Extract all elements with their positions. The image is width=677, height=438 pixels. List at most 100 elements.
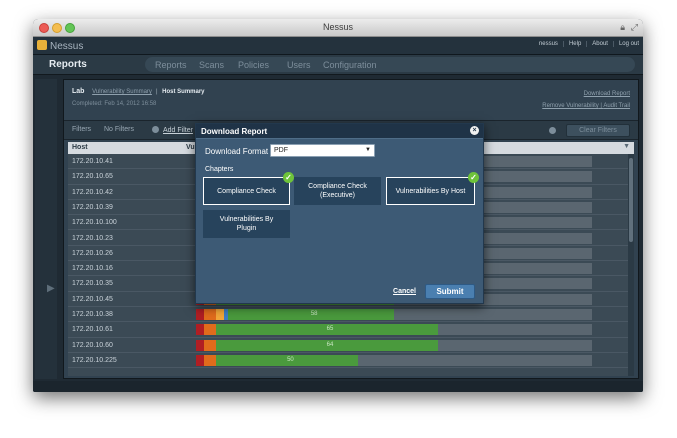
nessus-logo-icon xyxy=(37,40,47,50)
scrollbar-thumb[interactable] xyxy=(629,158,633,242)
nav-tab-policies[interactable]: Policies xyxy=(238,60,269,70)
breadcrumb-host-summary: Host Summary xyxy=(162,89,205,95)
add-icon xyxy=(152,126,159,133)
user-link-account[interactable]: nessus xyxy=(534,41,558,47)
app-header: Nessus nessus Help About Log out xyxy=(33,37,643,55)
severity-bar[interactable]: 65 xyxy=(196,324,592,336)
expand-panel-icon[interactable]: ▶ xyxy=(47,283,55,294)
severity-segment-high xyxy=(203,324,216,336)
submit-button[interactable]: Submit xyxy=(425,284,475,299)
chapter-label: Compliance Check (Executive) xyxy=(308,183,367,199)
close-icon[interactable]: × xyxy=(470,126,479,135)
user-link-logout[interactable]: Log out xyxy=(612,41,639,47)
checkmark-icon: ✓ xyxy=(468,172,479,183)
nav-tabs: Reports Scans Policies Users Configurati… xyxy=(145,57,635,72)
logo-text: Nessus xyxy=(50,41,84,52)
vulnerability-count: 65 xyxy=(326,326,334,333)
chapter-label: Compliance Check xyxy=(217,187,276,195)
completed-timestamp: Completed: Feb 14, 2012 16:58 xyxy=(72,101,157,107)
dialog-title: Download Report xyxy=(201,127,268,136)
chapter-label: Vulnerabilities By Plugin xyxy=(219,216,274,232)
filter-status-icon xyxy=(549,127,556,134)
report-name: Lab xyxy=(72,88,85,95)
scrollbar[interactable] xyxy=(628,154,634,376)
chapter-compliance-check-executive[interactable]: Compliance Check (Executive) xyxy=(294,177,381,205)
chapter-vulnerabilities-by-host[interactable]: Vulnerabilities By Host ✓ xyxy=(386,172,479,205)
host-ip[interactable]: 172.20.10.61 xyxy=(72,326,113,333)
format-select[interactable]: PDF ▼ xyxy=(270,144,375,157)
logo: Nessus xyxy=(37,40,83,52)
host-ip[interactable]: 172.20.10.16 xyxy=(72,265,113,272)
vulnerability-count: 50 xyxy=(287,356,294,363)
column-host[interactable]: Host xyxy=(72,144,88,151)
download-report-link[interactable]: Download Report xyxy=(542,88,630,100)
host-ip[interactable]: 172.20.10.60 xyxy=(72,342,113,349)
add-filter-button[interactable]: Add Filter xyxy=(152,126,193,134)
severity-segment-crit xyxy=(196,309,204,320)
format-value: PDF xyxy=(274,147,288,154)
table-row[interactable]: 172.20.10.61 65 xyxy=(68,322,628,338)
chapter-vulnerabilities-by-plugin[interactable]: Vulnerabilities By Plugin xyxy=(203,210,290,238)
add-filter-label: Add Filter xyxy=(163,127,193,134)
host-ip[interactable]: 172.20.10.38 xyxy=(72,311,113,318)
nav-tab-users[interactable]: Users xyxy=(287,60,311,70)
host-ip[interactable]: 172.20.10.65 xyxy=(72,173,113,180)
section-title: Reports xyxy=(49,59,87,70)
audit-trail-link[interactable]: Audit Trail xyxy=(603,103,630,109)
host-ip[interactable]: 172.20.10.41 xyxy=(72,158,113,165)
dialog-header: Download Report × xyxy=(196,124,483,139)
report-actions: Download Report Remove Vulnerability | A… xyxy=(542,88,630,112)
severity-segment-crit xyxy=(196,354,204,366)
fullscreen-icon[interactable]: ⤢ xyxy=(631,22,638,33)
title-bar: Nessus 🔒︎ ⤢ xyxy=(33,19,643,37)
host-ip[interactable]: 172.20.10.42 xyxy=(72,189,113,196)
user-link-help[interactable]: Help xyxy=(562,41,582,47)
severity-segment-high xyxy=(203,339,216,351)
main-nav: Reports Reports Scans Policies Users Con… xyxy=(33,55,643,75)
lock-icon: 🔒︎ xyxy=(620,22,625,32)
nav-tab-configuration[interactable]: Configuration xyxy=(323,60,377,70)
clear-filters-button[interactable]: Clear Filters xyxy=(566,124,630,137)
filters-label: Filters xyxy=(72,126,92,133)
nav-tab-scans[interactable]: Scans xyxy=(199,60,224,70)
severity-bar[interactable]: 58 xyxy=(196,309,592,320)
severity-bar[interactable]: 50 xyxy=(196,354,592,366)
nav-tab-reports[interactable]: Reports xyxy=(155,60,187,70)
host-ip[interactable]: 172.20.10.35 xyxy=(72,280,113,287)
severity-bar[interactable]: 64 xyxy=(196,339,592,351)
table-row[interactable]: 172.20.10.225 50 xyxy=(68,353,628,369)
breadcrumb-vulnerability-summary[interactable]: Vulnerability Summary xyxy=(92,89,152,95)
window-title: Nessus xyxy=(322,22,353,32)
cancel-button[interactable]: Cancel xyxy=(393,288,416,295)
severity-segment-crit xyxy=(196,324,204,336)
side-panel-rail: ▶ xyxy=(35,79,57,379)
breadcrumb: Lab Vulnerability Summary | Host Summary xyxy=(72,88,205,95)
checkmark-icon: ✓ xyxy=(283,172,294,183)
vulnerability-count: 58 xyxy=(310,311,318,317)
host-ip[interactable]: 172.20.10.100 xyxy=(72,219,117,226)
chevron-down-icon: ▼ xyxy=(365,147,371,153)
sort-icon[interactable]: ▼ xyxy=(623,143,630,150)
severity-segment-med xyxy=(215,309,224,320)
user-links: nessus Help About Log out xyxy=(529,41,639,47)
status-strip xyxy=(33,381,643,392)
download-report-dialog: Download Report × Download Format PDF ▼ … xyxy=(195,123,484,304)
host-ip[interactable]: 172.20.10.39 xyxy=(72,204,113,211)
severity-segment-high xyxy=(203,309,216,320)
filters-value: No Filters xyxy=(104,126,134,133)
host-ip[interactable]: 172.20.10.45 xyxy=(72,296,113,303)
severity-segment-crit xyxy=(196,339,204,351)
format-label: Download Format xyxy=(205,147,269,156)
remove-vulnerability-link[interactable]: Remove Vulnerability xyxy=(542,103,598,109)
host-ip[interactable]: 172.20.10.23 xyxy=(72,235,113,242)
table-row[interactable]: 172.20.10.38 58 xyxy=(68,307,628,323)
chapters-label: Chapters xyxy=(205,166,234,173)
severity-segment-high xyxy=(203,354,216,366)
chapter-compliance-check[interactable]: Compliance Check ✓ xyxy=(203,172,294,205)
host-ip[interactable]: 172.20.10.26 xyxy=(72,250,113,257)
host-ip[interactable]: 172.20.10.225 xyxy=(72,357,117,364)
vulnerability-count: 64 xyxy=(326,341,334,348)
chapter-label: Vulnerabilities By Host xyxy=(395,187,466,195)
table-row[interactable]: 172.20.10.60 64 xyxy=(68,338,628,353)
user-link-about[interactable]: About xyxy=(586,41,608,47)
